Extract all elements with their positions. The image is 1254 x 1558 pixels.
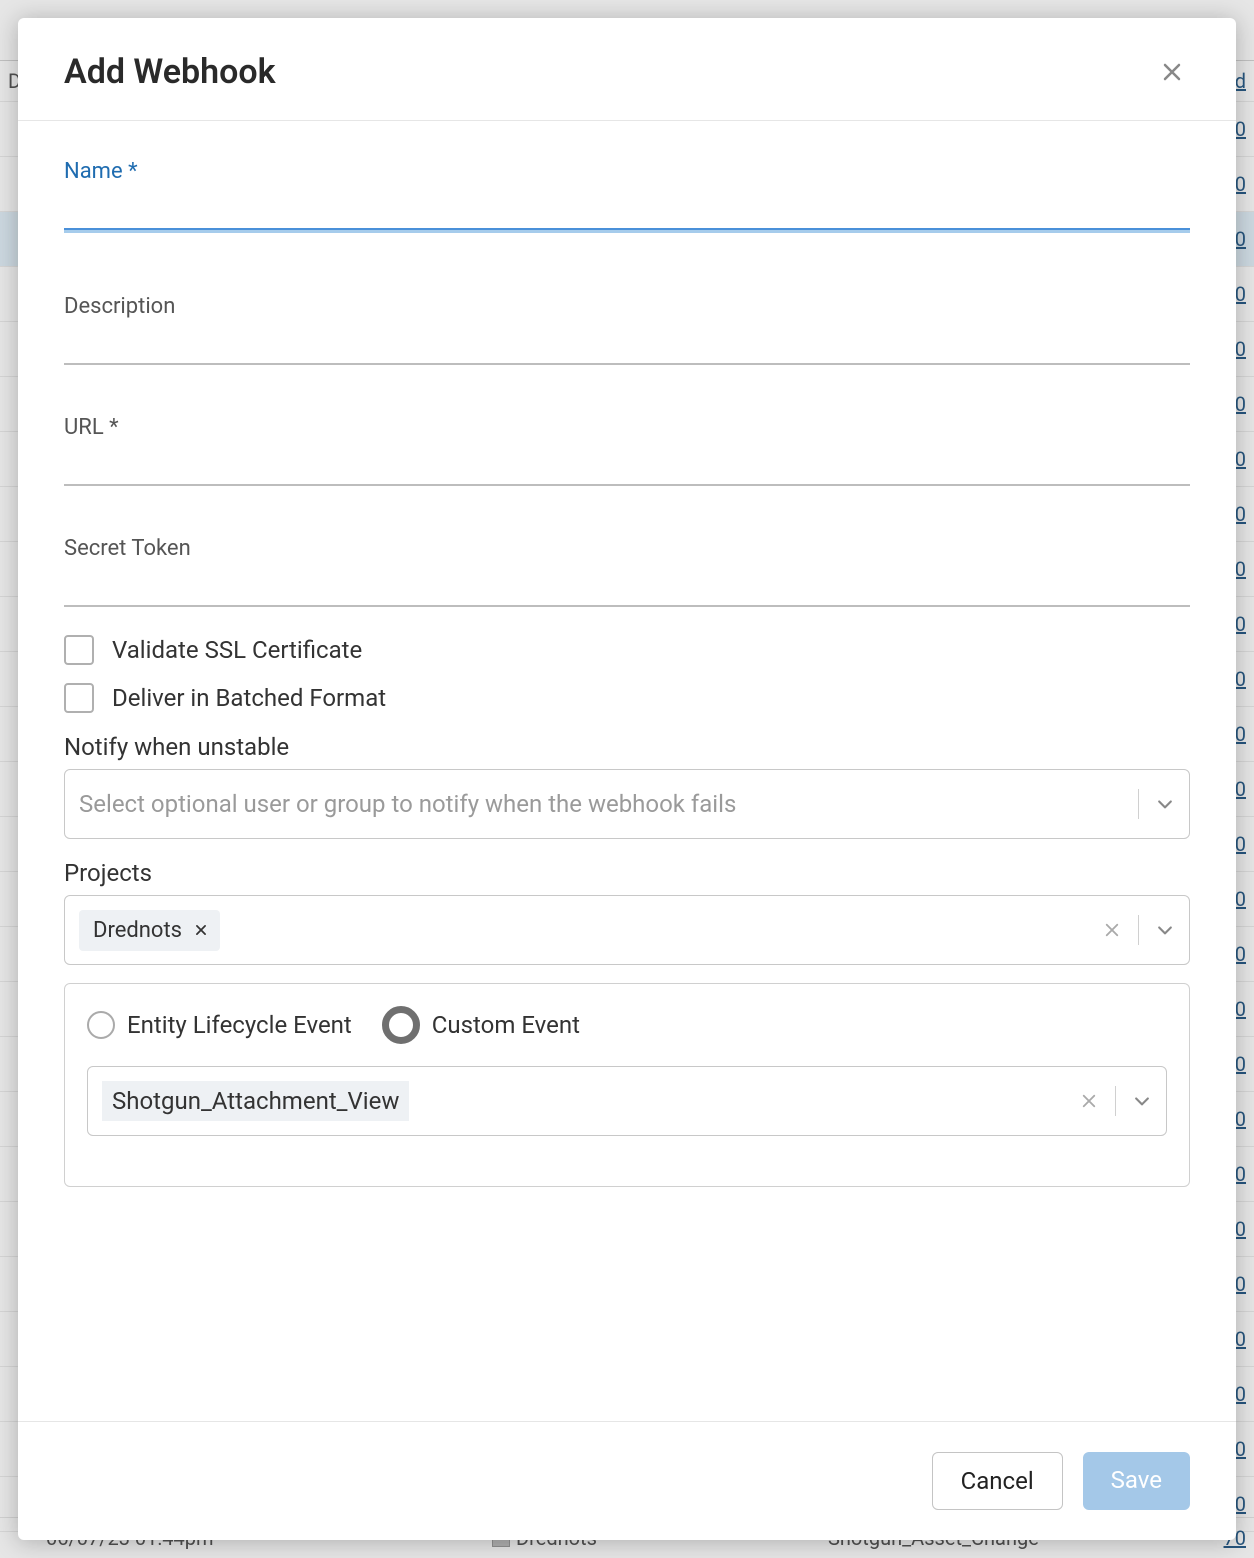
save-button[interactable]: Save xyxy=(1083,1452,1190,1510)
radio-icon xyxy=(87,1011,115,1039)
validate-ssl-label: Validate SSL Certificate xyxy=(112,636,362,664)
radio-entity-lifecycle[interactable]: Entity Lifecycle Event xyxy=(87,1011,352,1039)
modal-title: Add Webhook xyxy=(64,52,276,92)
modal-body: Name * Description URL * Secret Token Va… xyxy=(18,121,1236,1421)
url-field: URL * xyxy=(64,415,1190,486)
url-label: URL * xyxy=(64,415,1190,440)
name-label: Name * xyxy=(64,159,1190,184)
custom-event-clear[interactable] xyxy=(1075,1087,1103,1115)
radio-icon xyxy=(382,1006,420,1044)
validate-ssl-row[interactable]: Validate SSL Certificate xyxy=(64,635,1190,665)
name-input[interactable] xyxy=(64,186,1190,230)
event-radio-group: Entity Lifecycle Event Custom Event xyxy=(87,1006,1167,1044)
radio-entity-lifecycle-label: Entity Lifecycle Event xyxy=(127,1011,352,1039)
cancel-button[interactable]: Cancel xyxy=(932,1452,1063,1510)
close-icon xyxy=(194,923,208,937)
custom-event-value: Shotgun_Attachment_View xyxy=(102,1081,409,1121)
notify-placeholder: Select optional user or group to notify … xyxy=(79,790,1120,818)
project-chip-label: Drednots xyxy=(93,918,182,943)
separator xyxy=(1115,1086,1116,1116)
separator xyxy=(1138,789,1139,819)
name-field: Name * xyxy=(64,159,1190,230)
batched-format-row[interactable]: Deliver in Batched Format xyxy=(64,683,1190,713)
projects-select[interactable]: Drednots xyxy=(64,895,1190,965)
secret-token-field: Secret Token xyxy=(64,536,1190,607)
description-label: Description xyxy=(64,294,1190,319)
radio-custom-event[interactable]: Custom Event xyxy=(382,1006,580,1044)
validate-ssl-checkbox[interactable] xyxy=(64,635,94,665)
chevron-down-icon xyxy=(1155,920,1175,940)
modal-footer: Cancel Save xyxy=(18,1421,1236,1540)
chevron-down-icon xyxy=(1132,1091,1152,1111)
projects-dropdown-toggle[interactable] xyxy=(1151,916,1179,944)
custom-event-dropdown-toggle[interactable] xyxy=(1128,1087,1156,1115)
add-webhook-modal: Add Webhook Name * Description URL * xyxy=(18,18,1236,1540)
batched-format-label: Deliver in Batched Format xyxy=(112,684,386,712)
notify-dropdown-toggle[interactable] xyxy=(1151,790,1179,818)
custom-event-select[interactable]: Shotgun_Attachment_View xyxy=(87,1066,1167,1136)
description-field: Description xyxy=(64,294,1190,365)
modal-header: Add Webhook xyxy=(18,18,1236,121)
notify-label: Notify when unstable xyxy=(64,733,1190,761)
projects-clear[interactable] xyxy=(1098,916,1126,944)
event-panel: Entity Lifecycle Event Custom Event Shot… xyxy=(64,983,1190,1187)
secret-token-input[interactable] xyxy=(64,563,1190,607)
close-button[interactable] xyxy=(1154,54,1190,90)
projects-label: Projects xyxy=(64,859,1190,887)
close-icon xyxy=(1080,1092,1098,1110)
project-chip-remove[interactable] xyxy=(192,921,210,939)
close-icon xyxy=(1103,921,1121,939)
separator xyxy=(1138,915,1139,945)
secret-token-label: Secret Token xyxy=(64,536,1190,561)
url-input[interactable] xyxy=(64,442,1190,486)
radio-custom-event-label: Custom Event xyxy=(432,1011,580,1039)
description-input[interactable] xyxy=(64,321,1190,365)
project-chip: Drednots xyxy=(79,910,220,951)
batched-format-checkbox[interactable] xyxy=(64,683,94,713)
chevron-down-icon xyxy=(1155,794,1175,814)
close-icon xyxy=(1160,60,1184,84)
notify-select[interactable]: Select optional user or group to notify … xyxy=(64,769,1190,839)
